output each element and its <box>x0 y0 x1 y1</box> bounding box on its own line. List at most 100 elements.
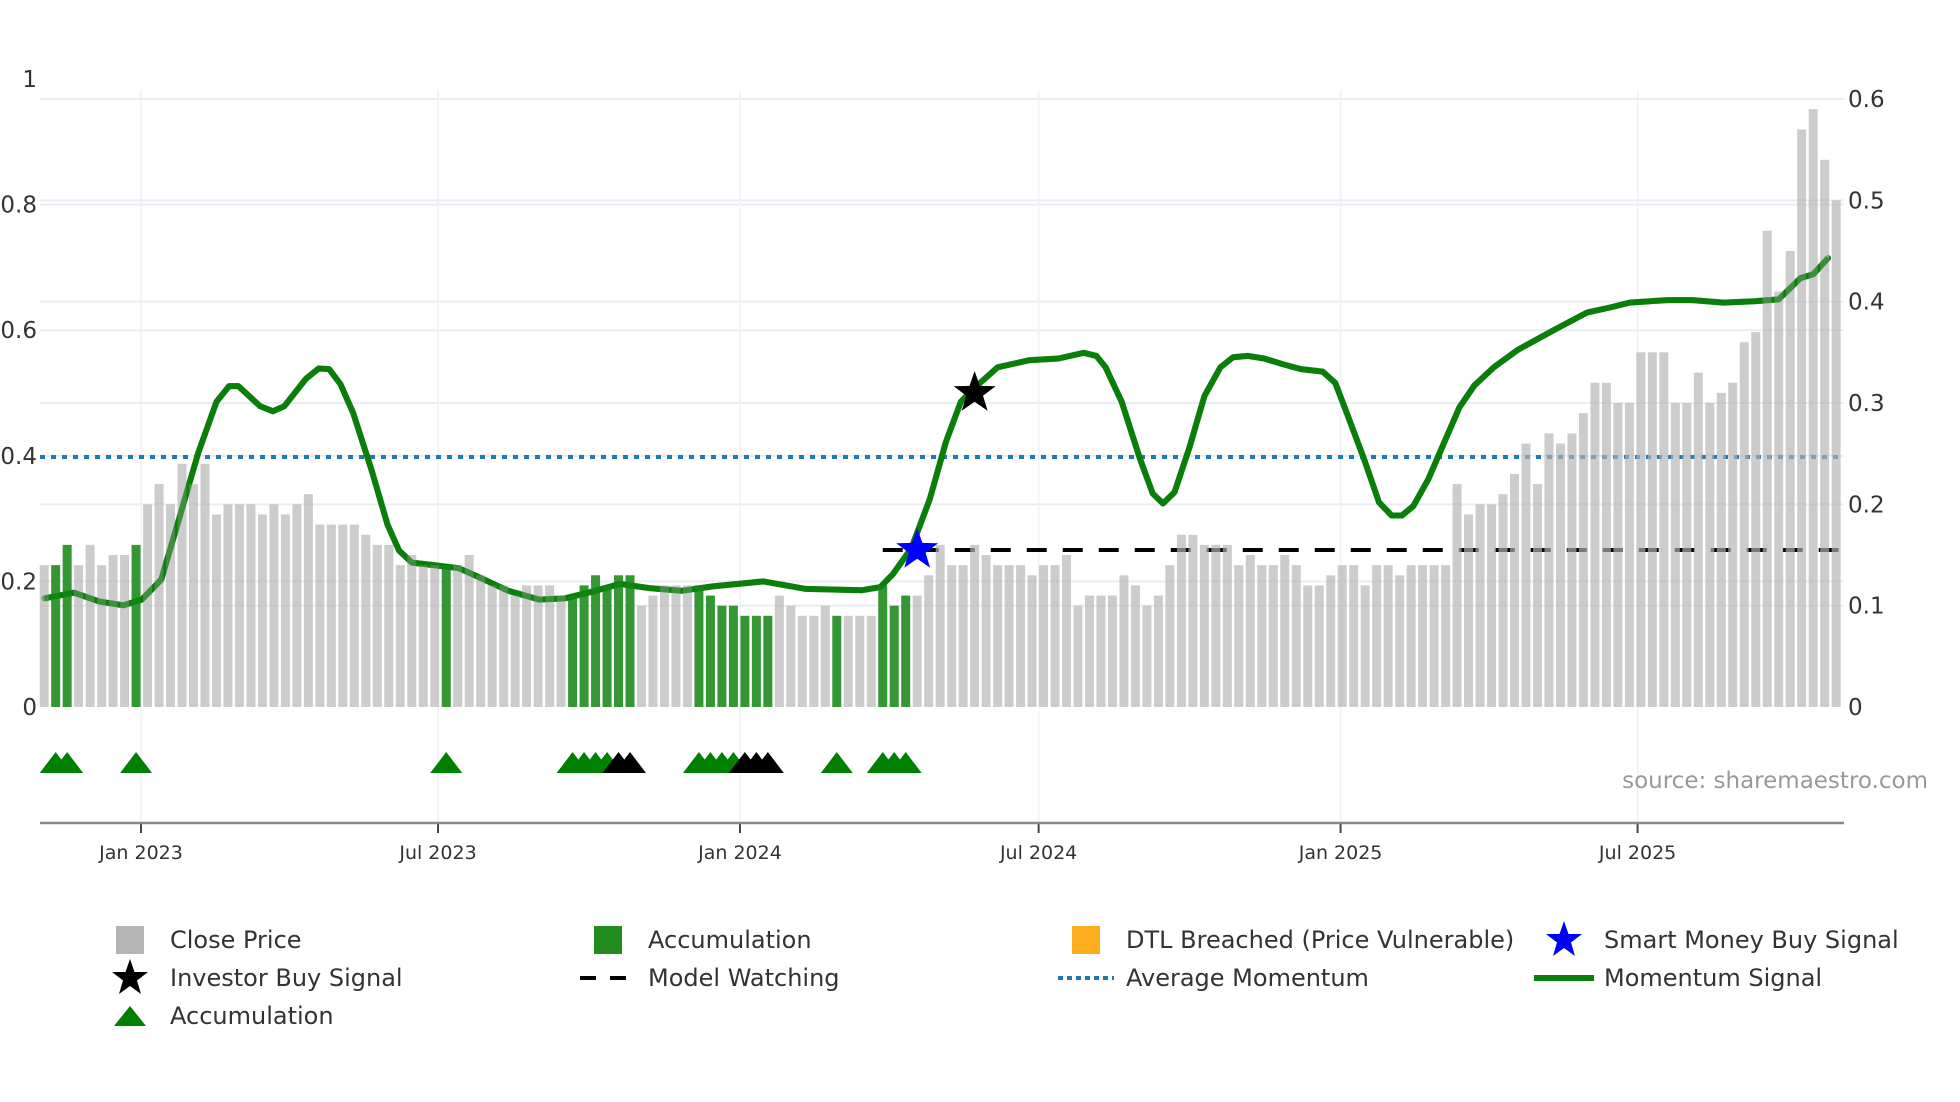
close-price-bar <box>1739 342 1749 707</box>
accumulation-bar <box>591 575 601 707</box>
accumulation-bar <box>131 544 141 707</box>
accumulation-bar <box>694 585 704 707</box>
close-price-bar <box>820 605 830 707</box>
close-price-bar <box>1337 565 1347 707</box>
close-price-bar <box>1096 595 1106 707</box>
close-price-bar <box>1544 433 1554 707</box>
close-price-bar <box>1590 382 1600 707</box>
close-price-bar <box>189 484 199 707</box>
right-axis-tick-label: 0.5 <box>1848 188 1885 214</box>
close-price-bar <box>384 544 394 707</box>
close-price-bar <box>1682 403 1692 707</box>
close-price-bar <box>85 544 95 707</box>
gray-square-icon <box>100 923 160 957</box>
close-price-bar <box>453 565 463 707</box>
close-price-bar <box>257 514 267 707</box>
source-label: source: sharemaestro.com <box>1622 768 1928 794</box>
close-price-bar <box>1222 544 1232 707</box>
close-price-bar <box>200 463 210 707</box>
close-price-bar <box>1670 403 1680 707</box>
legend-investor-buy[interactable]: Investor Buy Signal <box>112 959 403 995</box>
close-price-bar <box>1062 555 1072 707</box>
close-price-bar <box>797 615 807 707</box>
close-price-bar <box>1613 403 1623 707</box>
close-price-bar <box>74 565 84 707</box>
close-price-bar <box>234 504 244 707</box>
close-price-bar <box>280 514 290 707</box>
close-price-bar <box>108 555 118 707</box>
legend-smart-money[interactable]: Smart Money Buy Signal <box>1546 921 1899 957</box>
close-price-bar <box>326 524 336 707</box>
x-axis-tick-label: Jan 2025 <box>1298 842 1383 864</box>
close-price-bar <box>1510 473 1520 707</box>
close-price-bar <box>1797 129 1807 707</box>
close-price-bar <box>1774 291 1784 707</box>
legend-label: Investor Buy Signal <box>170 964 403 992</box>
close-price-bar <box>1303 585 1313 707</box>
accumulation-bar <box>625 575 635 707</box>
green-bar-icon <box>578 923 638 957</box>
close-price-bar <box>1785 251 1795 707</box>
accumulation-marker-green <box>120 752 153 773</box>
left-axis-tick-label: 0.8 <box>0 193 37 219</box>
close-price-bar <box>1441 565 1451 707</box>
bars <box>39 109 1841 708</box>
close-price-bar <box>912 595 922 707</box>
close-price-bar <box>1406 565 1416 707</box>
legend-momentum-signal[interactable]: Momentum Signal <box>1534 961 1822 995</box>
close-price-bar <box>1820 159 1830 708</box>
legend-accumulation-marker[interactable]: Accumulation <box>114 999 334 1033</box>
accumulation-bar <box>579 585 589 707</box>
close-price-bar <box>809 615 819 707</box>
close-price-bar <box>1073 605 1083 707</box>
close-price-bar <box>315 524 325 707</box>
close-price-bar <box>1165 565 1175 707</box>
close-price-bar <box>361 534 371 707</box>
close-price-bar <box>924 575 934 707</box>
right-axis-tick-label: 0 <box>1848 695 1863 721</box>
close-price-bar <box>303 494 313 707</box>
legend-label: Smart Money Buy Signal <box>1604 926 1899 954</box>
close-price-bar <box>1027 575 1037 707</box>
close-price-bar <box>1532 484 1542 707</box>
close-price-bar <box>545 585 555 707</box>
close-price-bar <box>935 544 945 707</box>
legend-average-momentum[interactable]: Average Momentum <box>1058 961 1369 995</box>
x-axis-tick-label: Jan 2023 <box>98 842 183 864</box>
close-price-bar <box>671 585 681 707</box>
legend-model-watching[interactable]: Model Watching <box>580 961 840 995</box>
close-price-bar <box>349 524 359 707</box>
solid-line-icon <box>1534 961 1594 995</box>
close-price-bar <box>1521 443 1531 707</box>
close-price-bar <box>1280 555 1290 707</box>
accumulation-bar <box>751 615 761 707</box>
close-price-bar <box>774 595 784 707</box>
close-price-bar <box>1360 585 1370 707</box>
accumulation-marker-green <box>430 752 463 773</box>
close-price-bar <box>958 565 968 707</box>
close-price-bar <box>1487 504 1497 707</box>
close-price-bar <box>418 565 428 707</box>
close-price-bar <box>1234 565 1244 707</box>
accumulation-marker-green <box>820 752 853 773</box>
close-price-bar <box>211 514 221 707</box>
dashed-line-icon <box>578 961 638 995</box>
accumulation-bar <box>51 565 61 707</box>
close-price-bar <box>1578 413 1588 707</box>
close-price-bar <box>1464 514 1474 707</box>
legend-close-price[interactable]: Close Price <box>116 923 302 957</box>
legend-dtl-breached[interactable]: DTL Breached (Price Vulnerable) <box>1072 923 1514 957</box>
legend-accumulation-bar[interactable]: Accumulation <box>594 923 812 957</box>
close-price-bar <box>1314 585 1324 707</box>
left-axis-tick-label: 0.2 <box>0 569 37 595</box>
close-price-bar <box>1245 555 1255 707</box>
close-price-bar <box>1349 565 1359 707</box>
close-price-bar <box>1130 585 1140 707</box>
green-triangle-icon <box>100 999 160 1033</box>
accumulation-bar <box>878 585 888 707</box>
close-price-bar <box>1751 332 1761 707</box>
close-price-bar <box>1142 605 1152 707</box>
accumulation-bar <box>740 615 750 707</box>
close-price-bar <box>1555 443 1565 707</box>
accumulation-bar <box>832 615 842 707</box>
